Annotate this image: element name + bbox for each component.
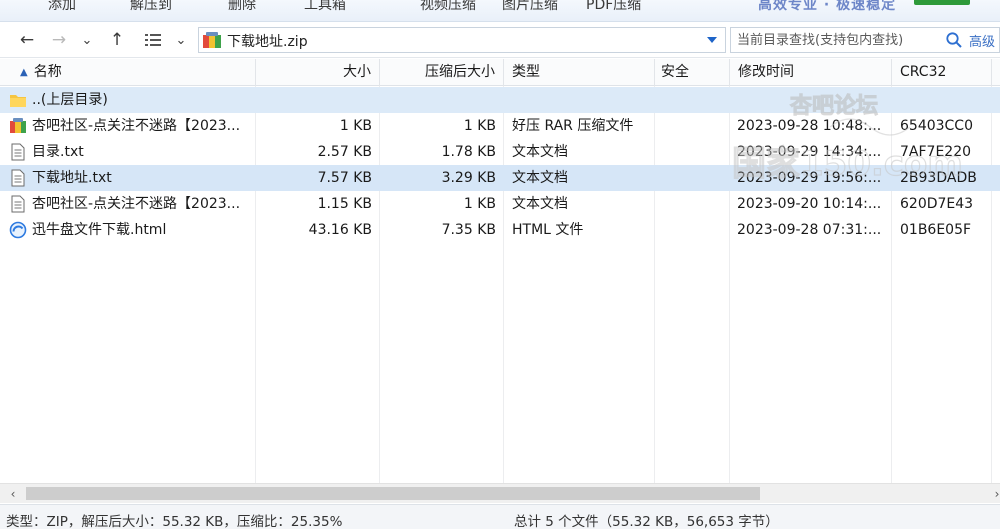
toolbar-extract-button[interactable]: 解压到	[130, 0, 172, 14]
file-name: 下载地址.txt	[32, 170, 112, 186]
table-row[interactable]: 目录.txt 2.57 KB 1.78 KB 文本文档 2023-09-29 1…	[0, 139, 1000, 165]
advanced-search-link[interactable]: 高级	[969, 31, 995, 50]
table-row-selected[interactable]: 下载地址.txt 7.57 KB 3.29 KB 文本文档 2023-09-29…	[0, 165, 1000, 191]
file-size: 1.15 KB	[317, 196, 372, 212]
navigation-bar: ← → ⌄ ↑ ⌄ 下载地址.zip 高级	[0, 22, 1000, 58]
table-row[interactable]: 迅牛盘文件下载.html 43.16 KB 7.35 KB HTML 文件 20…	[0, 217, 1000, 243]
promo-badge[interactable]	[914, 0, 970, 5]
column-header-name[interactable]: ▲ 名称	[0, 59, 256, 86]
zip-archive-icon	[203, 32, 221, 48]
column-header-packed-size[interactable]: 压缩后大小	[380, 59, 504, 86]
file-name: 迅牛盘文件下载.html	[32, 222, 167, 238]
file-crc32: 7AF7E220	[900, 144, 972, 160]
file-type: 文本文档	[512, 144, 568, 160]
file-modified: 2023-09-29 19:56:...	[737, 170, 882, 186]
file-crc32: 2B93DADB	[900, 170, 977, 186]
horizontal-scrollbar[interactable]: ‹ ›	[0, 483, 1000, 503]
file-security	[655, 139, 730, 165]
forward-arrow-icon[interactable]: →	[48, 28, 70, 52]
file-name: 目录.txt	[32, 144, 84, 160]
view-mode-icon[interactable]	[142, 28, 164, 52]
file-crc32: 620D7E43	[900, 196, 974, 212]
scroll-left-arrow-icon[interactable]: ‹	[4, 485, 22, 503]
file-type: 好压 RAR 压缩文件	[512, 118, 634, 134]
file-modified: 2023-09-28 07:31:...	[737, 222, 882, 238]
toolbar-toolbox-button[interactable]: 工具箱	[304, 0, 346, 14]
status-bar: 类型：ZIP，解压后大小：55.32 KB，压缩比：25.35% 总计 5 个文…	[0, 504, 1000, 529]
file-modified: 2023-09-28 10:48:...	[737, 118, 882, 134]
table-row[interactable]: 杏吧社区-点关注不迷路【2023... 1.15 KB 1 KB 文本文档 20…	[0, 191, 1000, 217]
file-packed-size: 3.29 KB	[441, 170, 496, 186]
file-list: ▲ 名称 大小 压缩后大小 类型 安全 修改时间 CRC32 ..(上层目录)	[0, 59, 1000, 483]
file-security	[655, 165, 730, 191]
address-bar[interactable]: 下载地址.zip	[198, 27, 726, 53]
sort-ascending-icon: ▲	[20, 67, 28, 78]
file-crc32: 01B6E05F	[900, 222, 972, 238]
file-crc32: 65403CC0	[900, 118, 973, 134]
file-modified: 2023-09-20 10:14:...	[737, 196, 882, 212]
column-header-size[interactable]: 大小	[256, 59, 380, 86]
column-header-name-label: 名称	[33, 64, 62, 80]
file-packed-size: 1.78 KB	[441, 144, 496, 160]
file-packed-size: 1 KB	[463, 196, 496, 212]
column-header-modified[interactable]: 修改时间	[730, 59, 892, 86]
current-path: 下载地址.zip	[227, 34, 308, 50]
history-chevron-down-icon[interactable]: ⌄	[76, 28, 98, 52]
file-security	[655, 113, 730, 139]
file-type: HTML 文件	[512, 222, 584, 238]
scroll-right-arrow-icon[interactable]: ›	[988, 485, 1000, 503]
file-size: 7.57 KB	[317, 170, 372, 186]
table-row[interactable]: 杏吧社区-点关注不迷路【2023... 1 KB 1 KB 好压 RAR 压缩文…	[0, 113, 1000, 139]
search-icon[interactable]	[945, 31, 963, 49]
path-dropdown-icon[interactable]	[707, 37, 717, 43]
toolbar-delete-button[interactable]: 删除	[228, 0, 256, 14]
search-input[interactable]	[731, 28, 943, 52]
file-modified: 2023-09-29 14:34:...	[737, 144, 882, 160]
search-box: 高级	[730, 27, 1000, 53]
file-total-status: 总计 5 个文件（55.32 KB，56,653 字节）	[514, 514, 779, 529]
file-security	[655, 217, 730, 243]
file-size: 43.16 KB	[308, 222, 372, 238]
promo-banner: 高效专业 · 极速稳定	[758, 0, 897, 13]
file-type: 文本文档	[512, 196, 568, 212]
up-arrow-icon[interactable]: ↑	[106, 28, 128, 52]
view-mode-chevron-down-icon[interactable]: ⌄	[170, 28, 192, 52]
main-toolbar: 添加 解压到 删除 工具箱 视频压缩 图片压缩 PDF压缩 高效专业 · 极速稳…	[0, 0, 1000, 22]
column-header-security[interactable]: 安全	[655, 59, 730, 86]
file-security	[655, 191, 730, 217]
file-name: ..(上层目录)	[32, 92, 108, 108]
file-size: 1 KB	[339, 118, 372, 134]
table-row-parent-directory[interactable]: ..(上层目录)	[0, 87, 1000, 113]
file-size: 2.57 KB	[317, 144, 372, 160]
toolbar-pdf-compress-button[interactable]: PDF压缩	[586, 0, 641, 14]
file-name: 杏吧社区-点关注不迷路【2023...	[32, 196, 241, 212]
toolbar-image-compress-button[interactable]: 图片压缩	[502, 0, 558, 14]
back-arrow-icon[interactable]: ←	[16, 28, 38, 52]
column-header-type[interactable]: 类型	[504, 59, 655, 86]
column-header-crc32[interactable]: CRC32	[892, 59, 992, 86]
toolbar-add-button[interactable]: 添加	[48, 0, 76, 14]
file-packed-size: 1 KB	[463, 118, 496, 134]
file-name: 杏吧社区-点关注不迷路【2023...	[32, 118, 241, 134]
file-type: 文本文档	[512, 170, 568, 186]
file-packed-size: 7.35 KB	[441, 222, 496, 238]
scrollbar-thumb[interactable]	[26, 487, 760, 500]
file-rows: ..(上层目录) 杏吧社区-点关注不迷路【2023... 1 KB 1 KB 好…	[0, 87, 1000, 243]
column-header-row: ▲ 名称 大小 压缩后大小 类型 安全 修改时间 CRC32	[0, 59, 1000, 86]
toolbar-video-compress-button[interactable]: 视频压缩	[420, 0, 476, 14]
archive-info-status: 类型：ZIP，解压后大小：55.32 KB，压缩比：25.35%	[6, 514, 343, 529]
